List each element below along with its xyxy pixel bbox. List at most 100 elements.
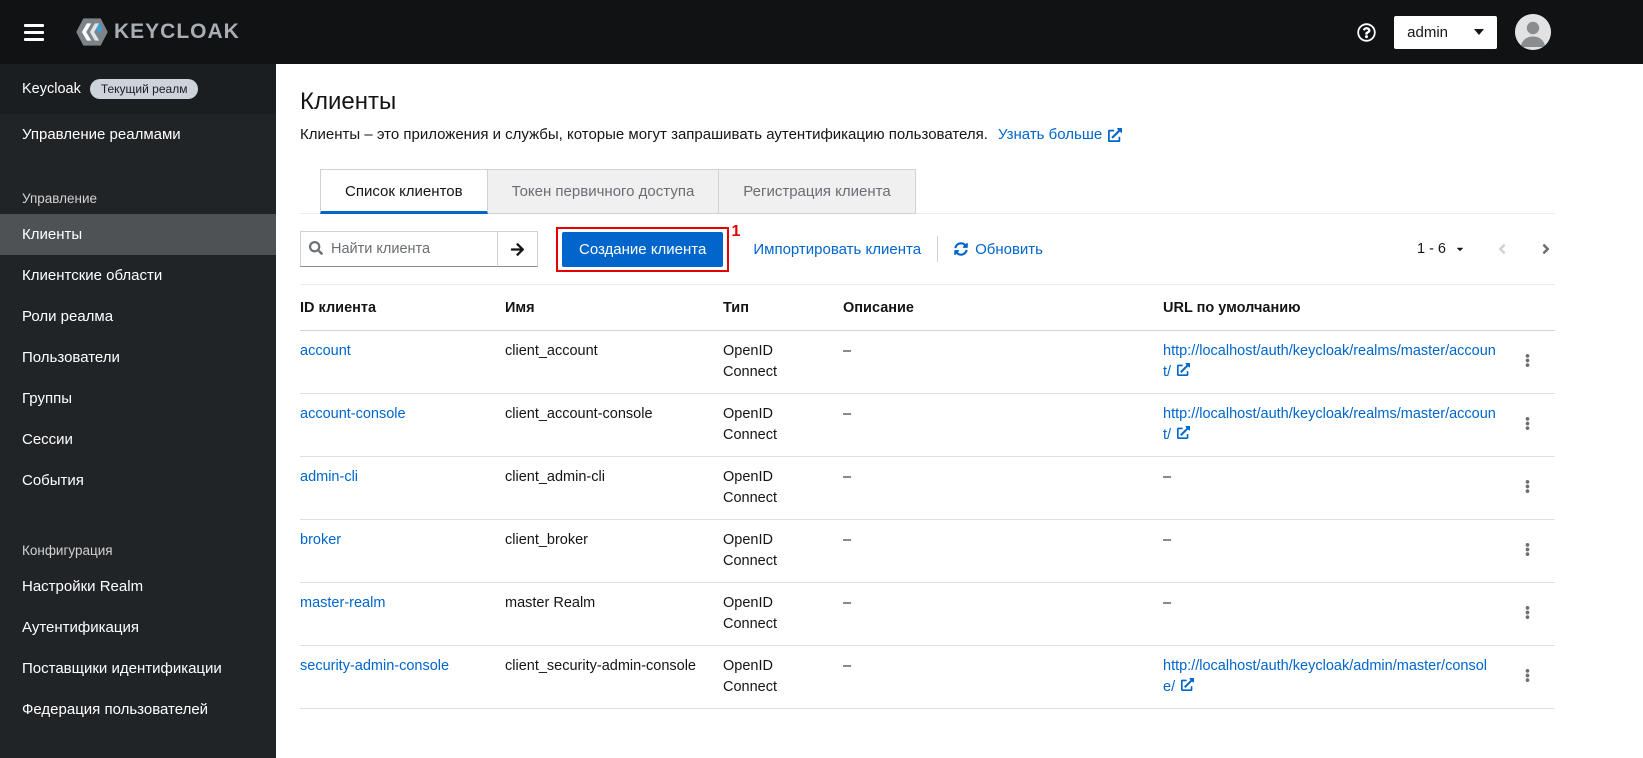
refresh-button[interactable]: Обновить — [954, 241, 1043, 258]
external-link-icon — [1177, 363, 1191, 377]
annotation-number: 1 — [731, 222, 741, 240]
tab-initial-access-token[interactable]: Токен первичного доступа — [487, 169, 720, 214]
home-url-link[interactable]: http://localhost/auth/keycloak/realms/ma… — [1163, 406, 1496, 443]
row-actions-kebab[interactable] — [1517, 537, 1538, 565]
hamburger-menu-button[interactable] — [16, 14, 52, 51]
prev-page-button[interactable] — [1493, 237, 1511, 261]
import-client-link[interactable]: Импортировать клиента — [753, 241, 921, 258]
next-page-button[interactable] — [1537, 237, 1555, 261]
home-url-cell: http://localhost/auth/keycloak/realms/ma… — [1163, 393, 1515, 458]
home-url-cell: http://localhost/auth/keycloak/admin/mas… — [1163, 645, 1515, 710]
tabs-row: Список клиентов Токен первичного доступа… — [300, 169, 1555, 214]
client-description-cell: – — [843, 456, 1163, 521]
kebab-icon — [1525, 669, 1529, 683]
pagination-summary: 1 - 6 — [1416, 241, 1446, 257]
sidebar-item-identity-providers[interactable]: Поставщики идентификации — [0, 648, 276, 689]
sidebar-item-clients[interactable]: Клиенты — [0, 214, 276, 255]
topbar-left: KEYCLOAK — [16, 14, 240, 51]
home-url-link[interactable]: http://localhost/auth/keycloak/realms/ma… — [1163, 343, 1496, 380]
user-menu[interactable]: admin — [1394, 15, 1497, 49]
kebab-icon — [1525, 354, 1529, 367]
keycloak-admin-console: KEYCLOAK admin Keycloak Текущий реалм Уп… — [0, 0, 1643, 758]
sidebar-item-sessions[interactable]: Сессии — [0, 419, 276, 460]
pagination-nav — [1493, 237, 1555, 261]
client-name-cell: client_account — [505, 330, 723, 395]
row-actions-kebab[interactable] — [1517, 474, 1538, 502]
sidebar-item-realm-roles[interactable]: Роли реалма — [0, 296, 276, 337]
home-url-cell: – — [1163, 519, 1515, 584]
page-title: Клиенты — [300, 88, 397, 115]
user-menu-label: admin — [1407, 23, 1448, 41]
client-id-link[interactable]: account — [300, 343, 351, 359]
search-group — [300, 231, 538, 267]
client-type-cell: OpenID Connect — [723, 582, 843, 647]
column-header-client-id: ID клиента — [300, 284, 505, 331]
client-name-cell: master Realm — [505, 582, 723, 647]
help-button[interactable] — [1357, 22, 1376, 42]
column-header-type: Тип — [723, 284, 843, 331]
row-actions-kebab[interactable] — [1517, 348, 1538, 376]
nav-section-management: Управление Клиенты Клиентские области Ро… — [0, 183, 276, 501]
create-client-button[interactable]: Создание клиента — [562, 231, 724, 267]
home-url-cell: – — [1163, 582, 1515, 647]
main-content: Клиенты Клиенты – это приложения и служб… — [276, 64, 1643, 758]
client-id-link[interactable]: admin-cli — [300, 469, 358, 485]
client-id-link[interactable]: security-admin-console — [300, 658, 449, 674]
clients-table: ID клиента Имя Тип Описание URL по умолч… — [300, 284, 1555, 710]
column-header-name: Имя — [505, 284, 723, 331]
table-row: master-realm master Realm OpenID Connect… — [300, 582, 1555, 647]
sidebar-item-manage-realms[interactable]: Управление реалмами — [0, 114, 276, 155]
search-submit-button[interactable] — [498, 231, 538, 267]
nav-section-title: Управление — [22, 191, 98, 206]
sidebar-item-events[interactable]: События — [0, 460, 276, 501]
column-header-actions — [1515, 284, 1555, 331]
home-url-cell: – — [1163, 456, 1515, 521]
search-icon — [309, 241, 323, 255]
row-actions-kebab[interactable] — [1517, 663, 1538, 691]
client-type-cell: OpenID Connect — [723, 393, 843, 458]
table-header-row: ID клиента Имя Тип Описание URL по умолч… — [300, 284, 1555, 331]
realm-selector[interactable]: Keycloak Текущий реалм — [0, 64, 276, 114]
question-circle-icon — [1357, 22, 1376, 42]
sidebar-item-users[interactable]: Пользователи — [0, 337, 276, 378]
client-name-cell: client_admin-cli — [505, 456, 723, 521]
client-description-cell: – — [843, 330, 1163, 395]
table-row: admin-cli client_admin-cli OpenID Connec… — [300, 456, 1555, 521]
pagination-options-toggle[interactable]: 1 - 6 — [1417, 241, 1465, 257]
home-url-link[interactable]: http://localhost/auth/keycloak/admin/mas… — [1163, 658, 1487, 695]
page-description-text: Клиенты – это приложения и службы, котор… — [300, 126, 988, 143]
sidebar-item-authentication[interactable]: Аутентификация — [0, 607, 276, 648]
external-link-icon — [1177, 426, 1191, 440]
brand-text: KEYCLOAK — [114, 20, 240, 43]
sidebar-item-client-scopes[interactable]: Клиентские области — [0, 255, 276, 296]
client-type-cell: OpenID Connect — [723, 645, 843, 710]
arrow-right-icon — [510, 242, 525, 256]
sidebar-item-user-federation[interactable]: Федерация пользователей — [0, 689, 276, 730]
avatar[interactable] — [1515, 14, 1551, 50]
search-input[interactable] — [300, 231, 498, 267]
keycloak-logo: KEYCLOAK — [74, 14, 240, 50]
kebab-icon — [1525, 417, 1529, 430]
avatar-icon — [1515, 14, 1551, 50]
pagination-top: 1 - 6 — [1417, 237, 1555, 261]
tabs: Список клиентов Токен первичного доступа… — [320, 169, 916, 214]
table-row: account-console client_account-console O… — [300, 393, 1555, 458]
client-id-link[interactable]: broker — [300, 532, 341, 548]
external-link-icon — [1181, 678, 1195, 692]
tab-client-registration[interactable]: Регистрация клиента — [719, 169, 916, 214]
sidebar-item-realm-settings[interactable]: Настройки Realm — [0, 566, 276, 607]
tab-clients-list[interactable]: Список клиентов — [320, 169, 488, 214]
client-id-link[interactable]: account-console — [300, 406, 406, 422]
refresh-icon — [954, 242, 968, 256]
client-type-cell: OpenID Connect — [723, 456, 843, 521]
sidebar-item-groups[interactable]: Группы — [0, 378, 276, 419]
page-description: Клиенты – это приложения и службы, котор… — [300, 126, 1555, 143]
row-actions-kebab[interactable] — [1517, 411, 1538, 439]
learn-more-link[interactable]: Узнать больше — [998, 126, 1123, 143]
toolbar-divider — [937, 236, 939, 262]
client-id-link[interactable]: master-realm — [300, 595, 385, 611]
row-actions-kebab[interactable] — [1517, 600, 1538, 628]
client-name-cell: client_security-admin-console — [505, 645, 723, 710]
client-name-cell: client_account-console — [505, 393, 723, 458]
table-row: security-admin-console client_security-a… — [300, 645, 1555, 710]
